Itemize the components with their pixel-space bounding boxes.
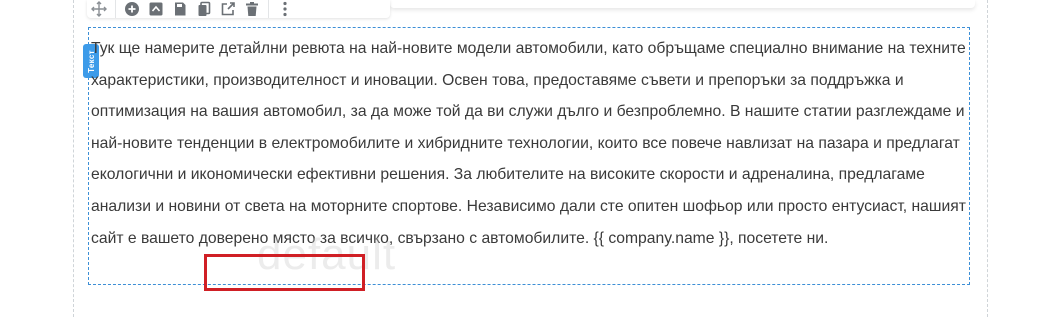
paragraph-tail: , посетете ни. (729, 229, 829, 247)
company-name-placeholder: {{ company.name }} (593, 229, 730, 247)
text-block[interactable]: Текст Тук ще намерите детайлни ревюта на… (83, 27, 971, 285)
paragraph-text[interactable]: Тук ще намерите детайлни ревюта на най-н… (91, 33, 971, 254)
add-circle-icon (125, 2, 139, 16)
canvas-guide-right (987, 0, 988, 317)
move-up-icon (149, 2, 163, 16)
move-icon (91, 1, 107, 17)
share-button[interactable] (216, 0, 240, 18)
move-handle[interactable] (87, 0, 111, 18)
share-icon (221, 2, 235, 16)
save-icon (175, 2, 186, 16)
trash-icon (246, 2, 258, 16)
copy-icon (198, 1, 211, 16)
add-block-button[interactable] (120, 0, 144, 18)
canvas-guide-left (73, 0, 74, 317)
delete-button[interactable] (240, 0, 264, 18)
paragraph-main: Тук ще намерите детайлни ревюта на най-н… (91, 40, 966, 247)
block-toolbar (87, 0, 390, 18)
save-block-button[interactable] (168, 0, 192, 18)
more-vertical-icon (283, 1, 287, 17)
toolbar-divider (268, 0, 269, 18)
select-parent-button[interactable] (144, 0, 168, 18)
toolbar-divider (115, 0, 116, 18)
placeholder-highlight-box (204, 254, 365, 291)
upper-section-card (390, 0, 975, 8)
more-options-button[interactable] (273, 0, 297, 18)
duplicate-button[interactable] (192, 0, 216, 18)
